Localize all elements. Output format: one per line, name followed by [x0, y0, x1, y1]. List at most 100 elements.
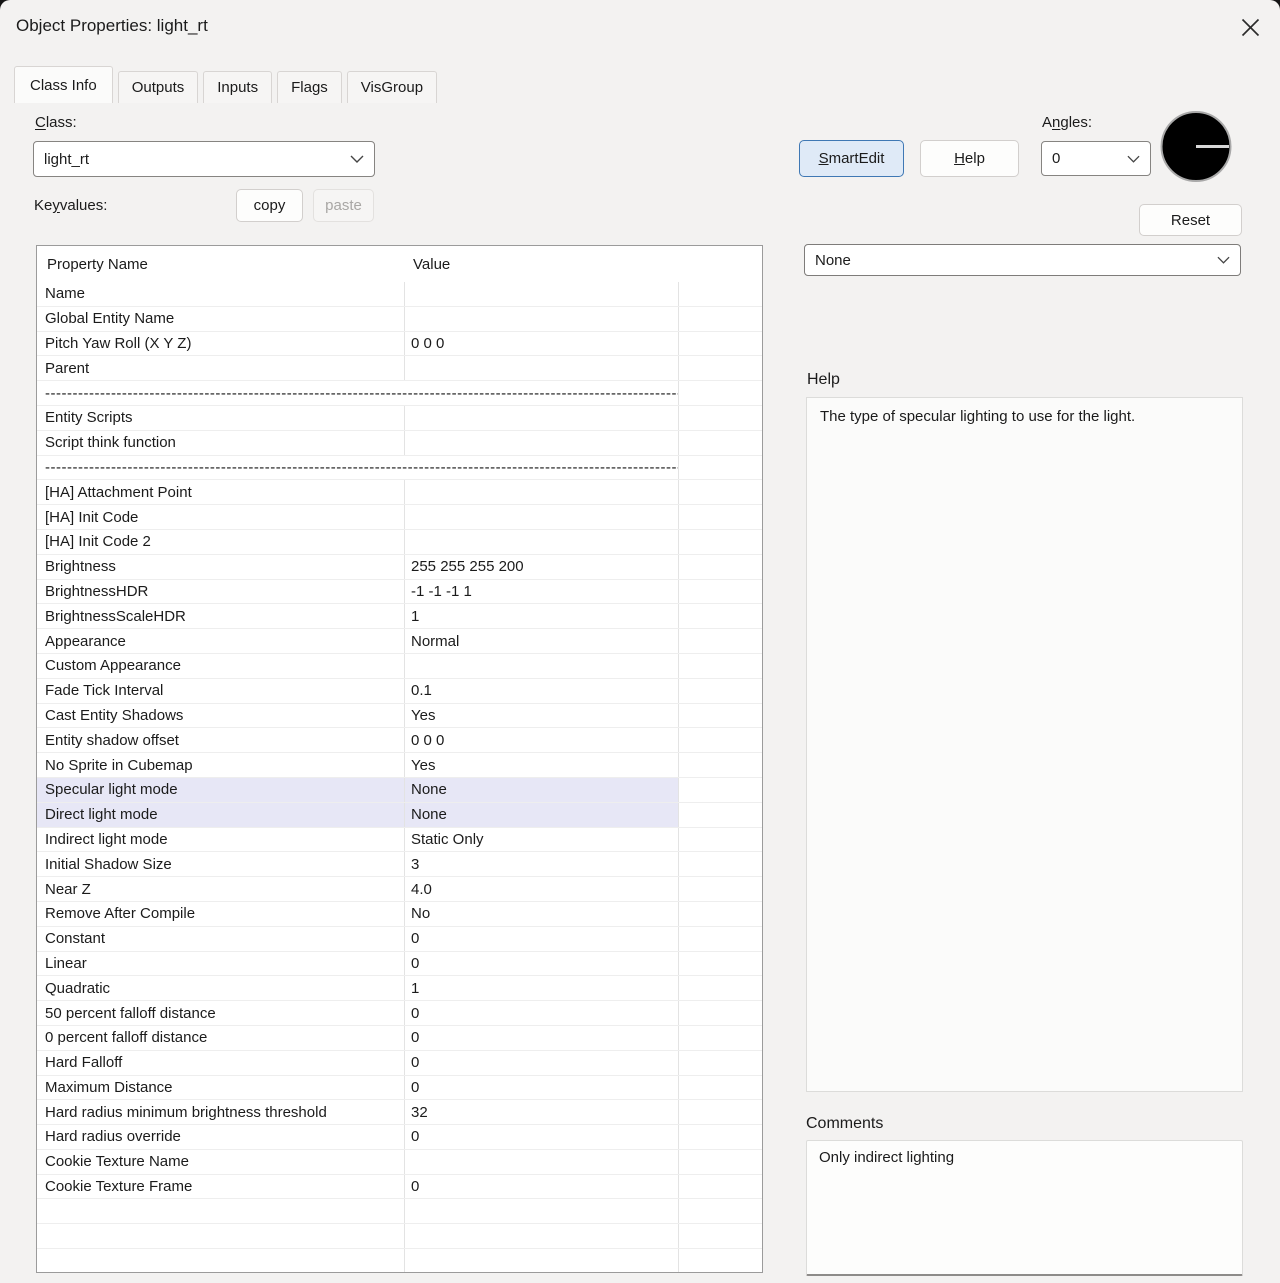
table-row[interactable]: Near Z4.0: [37, 877, 762, 902]
close-button[interactable]: [1234, 12, 1266, 42]
table-row[interactable]: Brightness255 255 255 200: [37, 555, 762, 580]
table-row[interactable]: Fade Tick Interval0.1: [37, 679, 762, 704]
help-button[interactable]: Help: [920, 140, 1019, 177]
chevron-down-icon: [1217, 256, 1230, 264]
property-value-cell: Normal: [405, 629, 679, 653]
table-row[interactable]: [HA] Init Code: [37, 505, 762, 530]
table-row[interactable]: Constant0: [37, 927, 762, 952]
property-table-body: NameGlobal Entity NamePitch Yaw Roll (X …: [37, 282, 762, 1273]
table-row[interactable]: Script think function: [37, 431, 762, 456]
table-row[interactable]: Specular light modeNone: [37, 778, 762, 803]
column-header-value: Value: [405, 256, 679, 273]
comments-textarea[interactable]: Only indirect lighting: [806, 1140, 1243, 1276]
table-row[interactable]: [HA] Init Code 2: [37, 530, 762, 555]
property-name-cell: [37, 1224, 405, 1248]
table-row[interactable]: BrightnessScaleHDR1: [37, 604, 762, 629]
property-value-cell: 0: [405, 952, 679, 976]
table-row[interactable]: Initial Shadow Size3: [37, 852, 762, 877]
table-row[interactable]: Entity shadow offset0 0 0: [37, 728, 762, 753]
table-row[interactable]: Hard radius override0: [37, 1125, 762, 1150]
property-value-cell: None: [405, 778, 679, 802]
property-name-cell: Hard radius override: [37, 1125, 405, 1149]
table-row[interactable]: Cast Entity ShadowsYes: [37, 704, 762, 729]
property-name-cell: Constant: [37, 927, 405, 951]
property-value-cell: [405, 1224, 679, 1248]
property-value-cell: Yes: [405, 704, 679, 728]
chevron-down-icon: [1127, 155, 1140, 163]
table-row[interactable]: Custom Appearance: [37, 654, 762, 679]
property-value-cell: 0: [405, 1051, 679, 1075]
property-name-cell: Pitch Yaw Roll (X Y Z): [37, 332, 405, 356]
table-row[interactable]: Cookie Texture Frame0: [37, 1175, 762, 1200]
table-row[interactable]: Hard radius minimum brightness threshold…: [37, 1100, 762, 1125]
property-value-cell: 0 0 0: [405, 728, 679, 752]
property-name-cell: [37, 1199, 405, 1223]
angle-dial[interactable]: [1160, 110, 1232, 183]
property-value-cell: [405, 406, 679, 430]
help-text: The type of specular lighting to use for…: [820, 408, 1135, 425]
tab-outputs[interactable]: Outputs: [118, 71, 199, 103]
table-row[interactable]: Name: [37, 282, 762, 307]
property-name-cell: Appearance: [37, 629, 405, 653]
smartedit-button[interactable]: SmartEdit: [799, 140, 904, 177]
help-panel-label: Help: [807, 371, 840, 389]
property-name-cell: Cast Entity Shadows: [37, 704, 405, 728]
property-name-cell: Near Z: [37, 877, 405, 901]
reset-button[interactable]: Reset: [1139, 204, 1242, 236]
comments-label: Comments: [806, 1115, 883, 1133]
table-row[interactable]: Quadratic1: [37, 976, 762, 1001]
table-row[interactable]: Parent: [37, 356, 762, 381]
table-row[interactable]: Pitch Yaw Roll (X Y Z)0 0 0: [37, 332, 762, 357]
tab-inputs[interactable]: Inputs: [203, 71, 272, 103]
class-combobox[interactable]: light_rt: [33, 141, 375, 177]
property-value-cell: 0.1: [405, 679, 679, 703]
object-properties-dialog: Object Properties: light_rt Class Info O…: [0, 0, 1280, 1283]
table-row[interactable]: Entity Scripts: [37, 406, 762, 431]
property-value-cell: [405, 1150, 679, 1174]
table-row[interactable]: Indirect light modeStatic Only: [37, 828, 762, 853]
angle-dial-icon: [1160, 110, 1232, 183]
property-value-cell: 4.0: [405, 877, 679, 901]
property-value-cell: 255 255 255 200: [405, 555, 679, 579]
property-value-cell: 0: [405, 1026, 679, 1050]
property-name-cell: Quadratic: [37, 976, 405, 1000]
property-name-cell: Hard Falloff: [37, 1051, 405, 1075]
property-name-cell: Entity Scripts: [37, 406, 405, 430]
property-value-cell: [405, 307, 679, 331]
table-row[interactable]: [37, 1224, 762, 1249]
table-row[interactable]: Cookie Texture Name: [37, 1150, 762, 1175]
table-row[interactable]: [37, 1249, 762, 1273]
table-row[interactable]: AppearanceNormal: [37, 629, 762, 654]
tab-class-info[interactable]: Class Info: [14, 66, 113, 103]
table-row[interactable]: Global Entity Name: [37, 307, 762, 332]
table-row[interactable]: No Sprite in CubemapYes: [37, 753, 762, 778]
property-name-cell: Initial Shadow Size: [37, 852, 405, 876]
table-row[interactable]: 50 percent falloff distance0: [37, 1001, 762, 1026]
table-row[interactable]: Remove After CompileNo: [37, 902, 762, 927]
property-name-cell: Direct light mode: [37, 803, 405, 827]
table-row[interactable]: Direct light modeNone: [37, 803, 762, 828]
table-row[interactable]: [HA] Attachment Point: [37, 480, 762, 505]
chevron-down-icon: [350, 155, 364, 163]
property-name-cell: Maximum Distance: [37, 1076, 405, 1100]
tab-flags[interactable]: Flags: [277, 71, 342, 103]
property-name-cell: Name: [37, 282, 405, 306]
table-row[interactable]: BrightnessHDR-1 -1 -1 1: [37, 580, 762, 605]
tab-visgroup[interactable]: VisGroup: [347, 71, 437, 103]
property-name-cell: 50 percent falloff distance: [37, 1001, 405, 1025]
copy-button[interactable]: copy: [236, 189, 303, 222]
property-value-cell: [405, 431, 679, 455]
angles-combobox[interactable]: 0: [1041, 141, 1151, 176]
table-row[interactable]: [37, 1199, 762, 1224]
property-name-cell: BrightnessHDR: [37, 580, 405, 604]
table-row[interactable]: Maximum Distance0: [37, 1076, 762, 1101]
class-label: Class:: [35, 114, 77, 131]
mode-select-combobox[interactable]: None: [804, 244, 1241, 276]
table-row[interactable]: Hard Falloff0: [37, 1051, 762, 1076]
table-separator-row: ----------------------------------------…: [37, 381, 762, 406]
table-row[interactable]: Linear0: [37, 952, 762, 977]
property-name-cell: Entity shadow offset: [37, 728, 405, 752]
separator-dashes: ----------------------------------------…: [37, 456, 679, 480]
property-value-cell: [405, 654, 679, 678]
table-row[interactable]: 0 percent falloff distance0: [37, 1026, 762, 1051]
